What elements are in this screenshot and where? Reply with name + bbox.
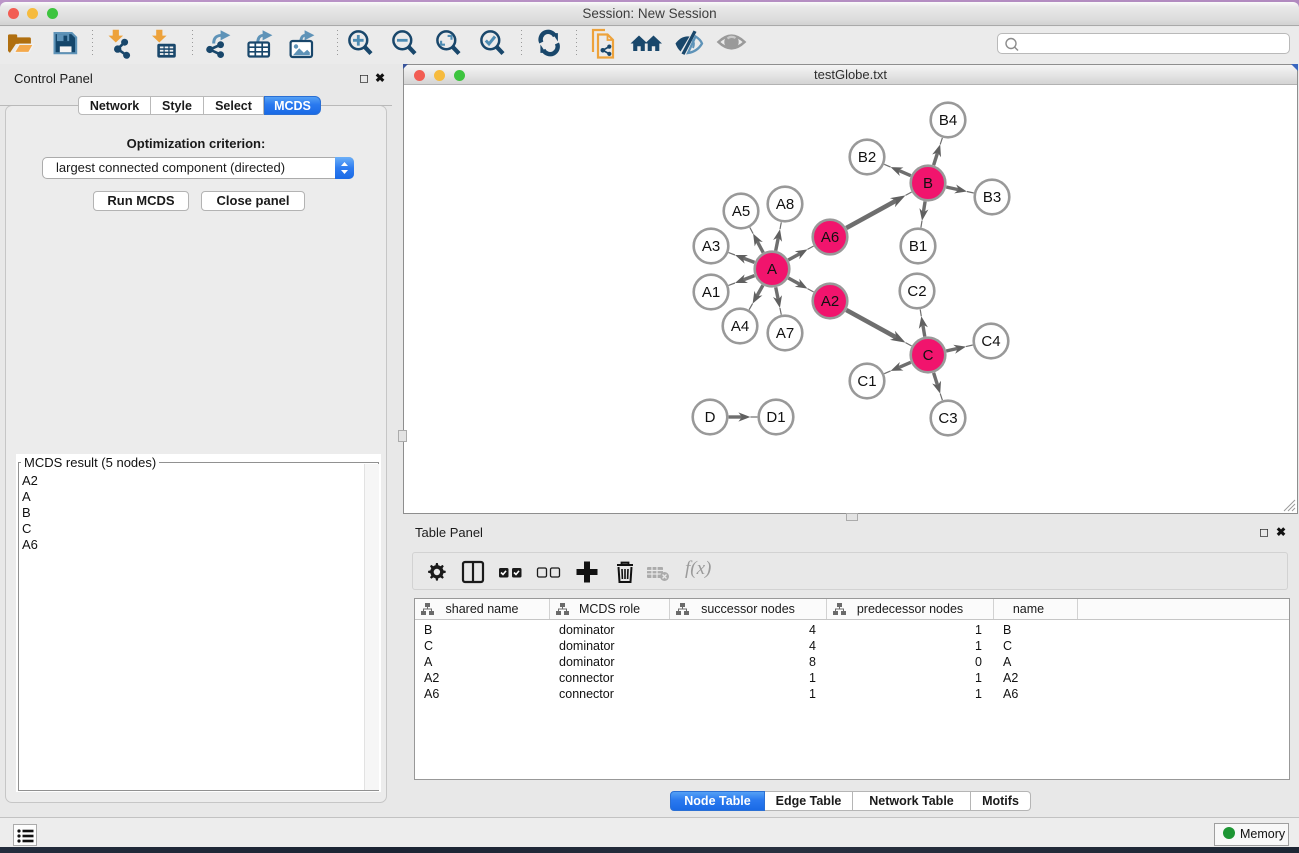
- svg-text:C3: C3: [938, 410, 957, 427]
- svg-text:A3: A3: [702, 238, 720, 255]
- svg-text:A5: A5: [732, 203, 750, 220]
- svg-text:A8: A8: [776, 196, 794, 213]
- svg-text:B3: B3: [983, 189, 1001, 206]
- svg-text:A1: A1: [702, 284, 720, 301]
- svg-text:A7: A7: [776, 325, 794, 342]
- svg-text:A6: A6: [821, 229, 839, 246]
- svg-text:B2: B2: [858, 149, 876, 166]
- svg-text:D: D: [705, 409, 716, 426]
- svg-text:C1: C1: [857, 373, 876, 390]
- svg-text:C2: C2: [907, 283, 926, 300]
- svg-text:C: C: [923, 347, 934, 364]
- svg-text:B4: B4: [939, 112, 957, 129]
- svg-text:C4: C4: [981, 333, 1000, 350]
- svg-text:A4: A4: [731, 318, 749, 335]
- svg-text:A: A: [767, 261, 777, 278]
- svg-text:B1: B1: [909, 238, 927, 255]
- svg-text:B: B: [923, 175, 933, 192]
- svg-text:A2: A2: [821, 293, 839, 310]
- svg-text:D1: D1: [766, 409, 785, 426]
